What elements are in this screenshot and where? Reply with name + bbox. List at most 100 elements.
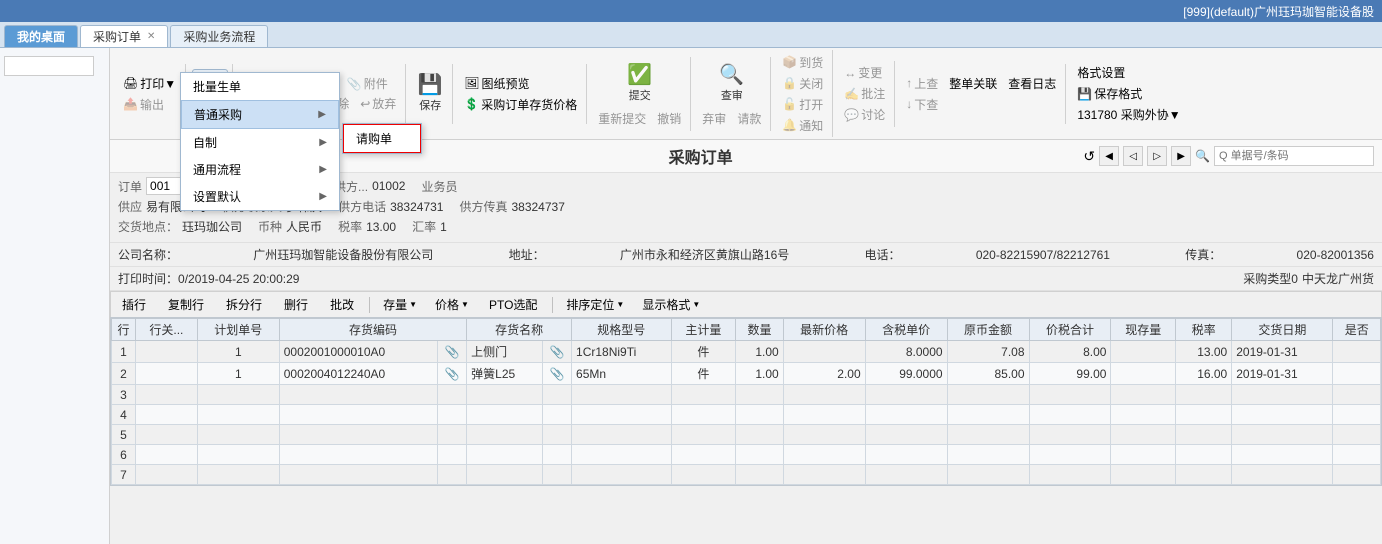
split-row-button[interactable]: 拆分行 <box>219 294 269 315</box>
whole-link-button[interactable]: 整单关联 <box>944 73 1002 93</box>
print-group: 🖨 打印▼ 📤 输出 <box>114 64 186 124</box>
down-button[interactable]: ↓ 下查 <box>901 94 943 114</box>
format-value-dropdown[interactable]: 131780 采购外协▼ <box>1072 105 1185 125</box>
nav-search-input[interactable] <box>1214 146 1374 166</box>
up-button[interactable]: ↑ 上查 <box>901 73 943 93</box>
discard-button[interactable]: ↩ 放弃 <box>355 94 401 114</box>
nav-prev-button[interactable]: ◁ <box>1123 146 1143 166</box>
cell-empty <box>1232 385 1333 405</box>
order-num-label: 订单 <box>118 178 142 195</box>
display-format-dropdown[interactable]: 显示格式 ▼ <box>637 294 705 315</box>
cell-empty <box>947 405 1029 425</box>
dropdown-set-default[interactable]: 设置默认 ▶ <box>181 183 339 210</box>
resubmit-button[interactable]: 重新提交 <box>593 109 651 129</box>
table-row[interactable]: 2 1 0002004012240A0 📎 弹簧L25 📎 65Mn 件 1.0… <box>112 363 1381 385</box>
tab-purchase-flow[interactable]: 采购业务流程 <box>170 25 268 47</box>
cell-qty: 1.00 <box>736 363 783 385</box>
tab-purchase-order-close[interactable]: ✕ <box>147 31 155 42</box>
format-group: 格式设置 💾 保存格式 131780 采购外协▼ <box>1068 61 1189 127</box>
view-log-label: 查看日志 <box>1008 75 1056 92</box>
save-group: 💾 保存 <box>408 64 453 124</box>
reference-dropdown: 批量生单 普通采购 ▶ 请购单 自制 ▶ 通用流程 ▶ <box>180 72 340 211</box>
table-row-empty: 6 <box>112 445 1381 465</box>
approve-row-button[interactable]: 批改 <box>323 294 361 315</box>
refresh-icon[interactable]: ↺ <box>1083 148 1095 165</box>
nav-last-button[interactable]: ▶ <box>1171 146 1191 166</box>
inventory-dropdown[interactable]: 存量 ▼ <box>378 294 422 315</box>
drawing-preview-button[interactable]: 🖼 图纸预览 <box>459 73 582 93</box>
table-row-empty: 4 <box>112 405 1381 425</box>
cell-empty <box>467 385 543 405</box>
open-button[interactable]: 🔓 打开 <box>777 94 828 114</box>
view-log-button[interactable]: 查看日志 <box>1003 73 1061 93</box>
abandon-button[interactable]: 弃审 <box>697 109 731 129</box>
tab-purchase-order[interactable]: 采购订单 ✕ <box>80 25 168 47</box>
discuss-button[interactable]: 💬 讨论 <box>839 105 890 125</box>
cell-empty <box>736 425 783 445</box>
cell-empty <box>1176 425 1232 445</box>
cell-empty <box>467 425 543 445</box>
dropdown-self-made[interactable]: 自制 ▶ <box>181 129 339 156</box>
nav-first-button[interactable]: ◀ <box>1099 146 1119 166</box>
tab-home[interactable]: 我的桌面 <box>4 25 78 47</box>
change-button[interactable]: ↔ 变更 <box>839 63 890 83</box>
table-row-empty: 5 <box>112 425 1381 445</box>
cancel-submit-button[interactable]: 撤销 <box>652 109 686 129</box>
sidebar-search-input[interactable] <box>4 56 94 76</box>
close-button[interactable]: 🔒 关闭 <box>777 73 828 93</box>
sort-dropdown[interactable]: 排序定位 ▼ <box>561 294 629 315</box>
col-delivery-date: 交货日期 <box>1232 319 1333 341</box>
cell-latest-price: 2.00 <box>783 363 865 385</box>
dropdown-bulk-create[interactable]: 批量生单 <box>181 73 339 100</box>
cell-empty <box>947 425 1029 445</box>
tab-home-label: 我的桌面 <box>17 28 65 45</box>
dropdown-normal-purchase[interactable]: 普通采购 ▶ 请购单 <box>181 100 339 129</box>
cell-row-num: 2 <box>112 363 136 385</box>
cell-empty <box>1176 385 1232 405</box>
cell-row-num-empty: 4 <box>112 405 136 425</box>
review-button[interactable]: 🔍 查审 <box>711 59 753 109</box>
submenu-request-order[interactable]: 请购单 <box>343 124 421 153</box>
currency-field: 币种 人民币 <box>258 218 322 235</box>
format-settings-button[interactable]: 格式设置 <box>1072 63 1185 83</box>
cell-empty <box>1176 445 1232 465</box>
format-value-text: 131780 采购外协▼ <box>1077 106 1180 123</box>
approve2-button[interactable]: ✍ 批注 <box>839 84 890 104</box>
save-button[interactable]: 💾 保存 <box>412 69 448 119</box>
price-dropdown[interactable]: 价格 ▼ <box>430 294 474 315</box>
cell-empty <box>279 425 438 445</box>
cell-empty <box>572 405 672 425</box>
supplier-phone-value: 38324731 <box>390 200 443 214</box>
pto-button[interactable]: PTO选配 <box>482 294 544 315</box>
notify-button[interactable]: 🔔 通知 <box>777 115 828 135</box>
price-caret: ▼ <box>461 300 469 309</box>
copy-row-button[interactable]: 复制行 <box>161 294 211 315</box>
cell-row-num: 1 <box>112 341 136 363</box>
print-button[interactable]: 🖨 打印▼ <box>118 73 181 93</box>
table-header-row: 行 行关... 计划单号 存货编码 存货名称 规格型号 主计量 数量 最新价格 … <box>112 319 1381 341</box>
cell-empty <box>1333 445 1381 465</box>
normal-purchase-arrow: ▶ <box>318 109 326 120</box>
attach-button[interactable]: 📎 附件 <box>342 74 393 94</box>
table-toolbar: 插行 复制行 拆分行 删行 批改 存量 ▼ 价格 ▼ <box>110 291 1382 317</box>
order-price-button[interactable]: 💲 采购订单存货价格 <box>459 94 582 114</box>
export-button[interactable]: 📤 输出 <box>118 94 181 114</box>
submit-button[interactable]: ✅ 提交 <box>619 59 661 109</box>
table-row[interactable]: 1 1 0002001000010A0 📎 上侧门 📎 1Cr18Ni9Ti 件… <box>112 341 1381 363</box>
cell-tax-total: 99.00 <box>1029 363 1111 385</box>
insert-row-button[interactable]: 插行 <box>115 294 153 315</box>
fax-label: 传真： <box>1185 246 1221 263</box>
arrive-button[interactable]: 📦 到货 <box>777 52 828 72</box>
delete-row-button[interactable]: 删行 <box>277 294 315 315</box>
cell-row-num-empty: 5 <box>112 425 136 445</box>
save-format-button[interactable]: 💾 保存格式 <box>1072 84 1147 104</box>
request-button[interactable]: 请款 <box>732 109 766 129</box>
cell-empty <box>467 405 543 425</box>
cell-delivery-date: 2019-01-31 <box>1232 341 1333 363</box>
normal-purchase-label: 普通采购 <box>194 106 242 123</box>
cell-empty <box>279 405 438 425</box>
dropdown-common-flow[interactable]: 通用流程 ▶ <box>181 156 339 183</box>
cell-empty <box>197 385 279 405</box>
nav-next-button[interactable]: ▷ <box>1147 146 1167 166</box>
data-table-wrapper: 行 行关... 计划单号 存货编码 存货名称 规格型号 主计量 数量 最新价格 … <box>110 317 1382 486</box>
